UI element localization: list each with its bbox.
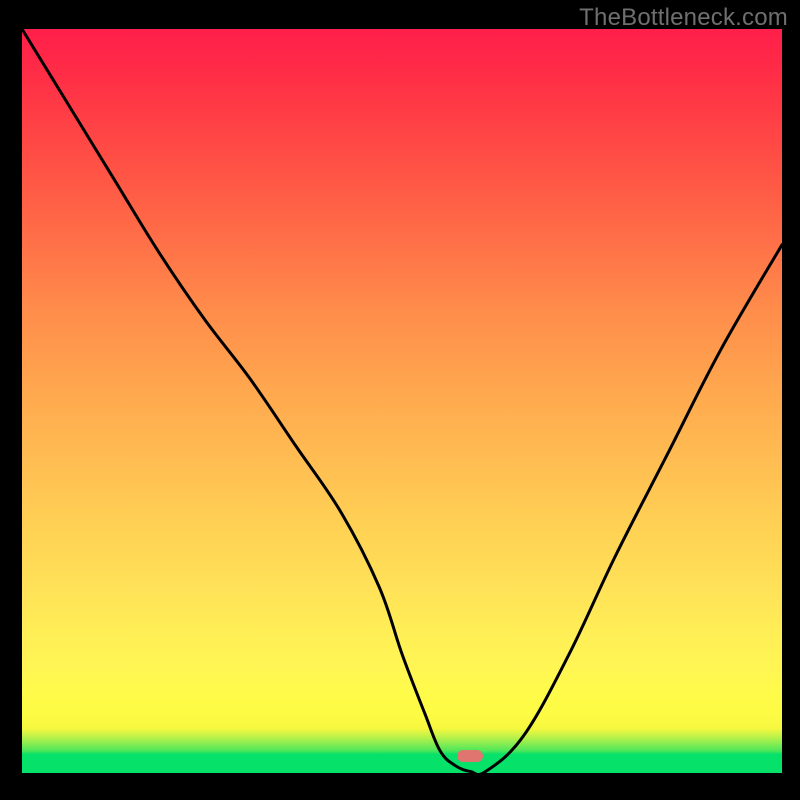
bottleneck-curve	[22, 29, 782, 773]
optimal-marker	[457, 750, 483, 762]
plot-area	[22, 29, 782, 773]
curve-svg	[22, 29, 782, 773]
watermark-text: TheBottleneck.com	[579, 4, 788, 32]
chart-frame: TheBottleneck.com	[0, 0, 800, 800]
